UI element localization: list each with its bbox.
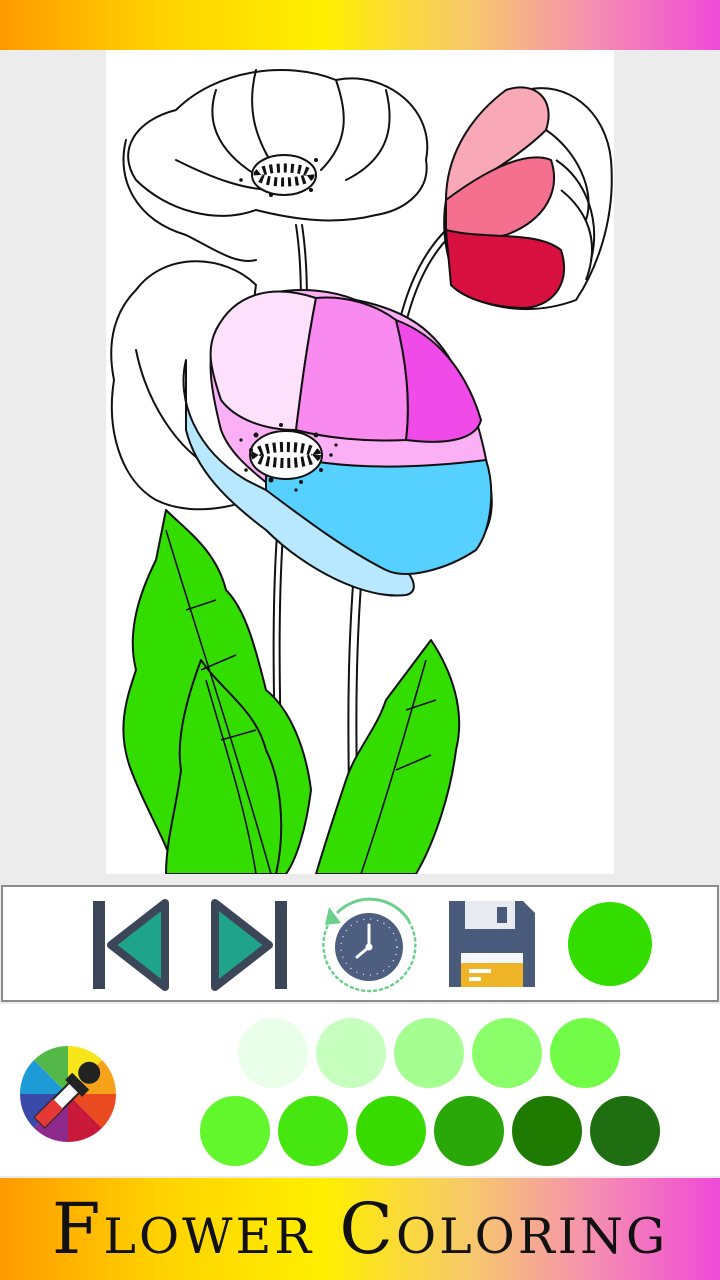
color-swatch[interactable] <box>278 1096 348 1166</box>
redo-button[interactable] <box>211 899 289 991</box>
history-clock-icon <box>322 897 417 993</box>
color-swatch[interactable] <box>434 1096 504 1166</box>
color-swatch[interactable] <box>394 1018 464 1088</box>
skip-previous-icon <box>93 899 169 991</box>
toolbar <box>1 885 719 1002</box>
skip-next-icon <box>211 899 287 991</box>
floppy-disk-icon <box>449 901 535 987</box>
color-swatch[interactable] <box>590 1096 660 1166</box>
color-swatch[interactable] <box>512 1096 582 1166</box>
color-swatch[interactable] <box>316 1018 386 1088</box>
color-swatch[interactable] <box>200 1096 270 1166</box>
top-gradient-bar <box>0 0 720 50</box>
color-wheel-eyedropper-icon <box>19 1045 117 1143</box>
undo-button[interactable] <box>91 899 169 991</box>
color-swatch[interactable] <box>238 1018 308 1088</box>
flower-drawing[interactable] <box>106 50 614 874</box>
color-picker-button[interactable] <box>18 1040 124 1146</box>
bottom-title-bar: Flower Coloring <box>0 1178 720 1280</box>
current-color-indicator[interactable] <box>568 902 652 986</box>
color-palette <box>0 1004 720 1176</box>
save-button[interactable] <box>447 899 537 989</box>
app-title: Flower Coloring <box>51 1188 669 1270</box>
coloring-canvas[interactable] <box>106 50 614 874</box>
color-swatch[interactable] <box>550 1018 620 1088</box>
reset-button[interactable] <box>319 895 419 995</box>
app-root: Flower Coloring <box>0 0 720 1280</box>
color-swatch[interactable] <box>356 1096 426 1166</box>
color-swatch[interactable] <box>472 1018 542 1088</box>
